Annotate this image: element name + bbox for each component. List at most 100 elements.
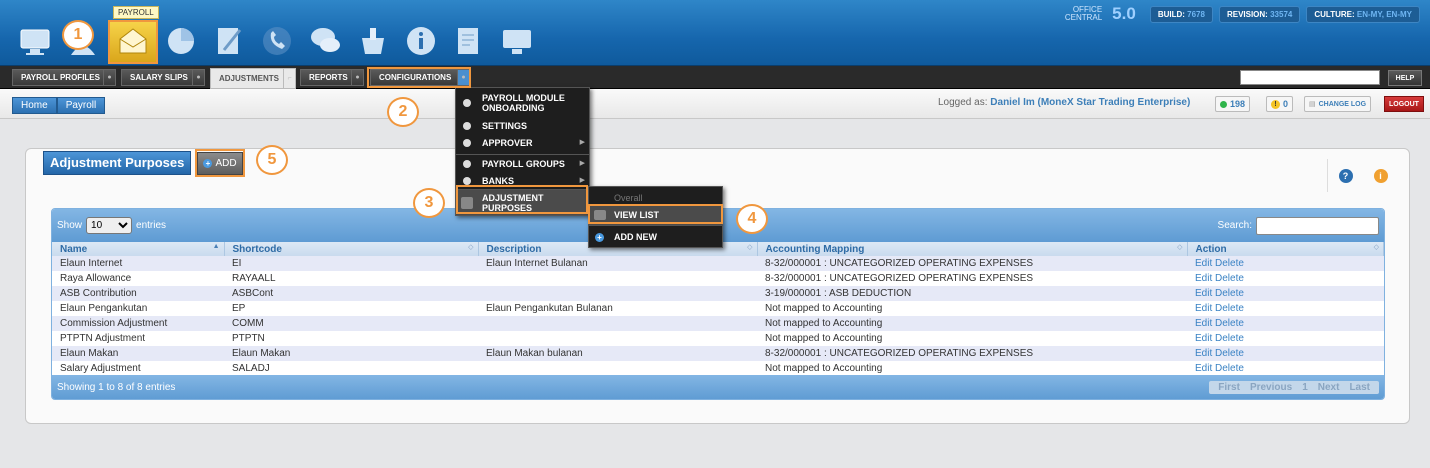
table-cell: Commission Adjustment [52,316,224,331]
chevron-down-icon[interactable]: ● [351,70,363,85]
table-cell: Elaun Makan [224,346,478,361]
chevron-right-icon: ▶ [579,176,585,184]
tab-salary-slips[interactable]: SALARY SLIPS ● [121,69,205,86]
breadcrumb-payroll[interactable]: Payroll [56,97,106,114]
notepad-icon[interactable] [452,24,486,58]
action-cell: Edit Delete [1187,286,1384,301]
table-cell: Not mapped to Accounting [757,361,1187,376]
delete-link[interactable]: Delete [1215,318,1244,329]
chevron-down-icon[interactable]: ● [103,70,115,85]
chat-icon[interactable] [308,24,342,58]
menu-item-approver[interactable]: APPROVER ▶ [456,134,589,151]
pager-next[interactable]: Next [1313,382,1345,393]
page-size-select[interactable]: 10 [86,217,133,234]
table-cell [478,361,757,376]
chevron-right-icon: ▶ [579,159,585,167]
pen-icon[interactable] [212,24,246,58]
edit-link[interactable]: Edit [1195,348,1212,359]
table-cell [478,331,757,346]
column-header-shortcode[interactable]: Shortcode ◇ [224,242,479,256]
table-cell: Elaun Pengankutan [52,301,224,316]
tab-adjustments[interactable]: ADJUSTMENTS ⌐ [210,68,296,89]
edit-link[interactable]: Edit [1195,363,1212,374]
grid-info: Showing 1 to 8 of 8 entries [57,382,176,393]
table-row: Elaun Makan Elaun Makan Elaun Makan bulana… [52,346,1384,361]
pager-previous[interactable]: Previous [1245,382,1297,393]
highlight-box [367,67,471,88]
page-title: Adjustment Purposes [43,151,192,175]
pagination: First Previous 1 Next Last [1209,381,1379,394]
highlight-box [195,149,245,177]
column-header-name[interactable]: Name ▲ [52,242,225,256]
system-info: OFFICE CENTRAL 5.0 BUILD: 7678 REVISION: … [1065,4,1420,24]
info-icon[interactable] [404,24,438,58]
bullet-icon [463,159,471,168]
edit-link[interactable]: Edit [1195,318,1212,329]
sort-icon: ◇ [1177,244,1183,251]
info-circle-icon[interactable]: i [1373,168,1388,183]
callout-4: 4 [736,204,768,234]
delete-link[interactable]: Delete [1215,303,1244,314]
table-cell: ASB Contribution [52,286,224,301]
table-cell: EI [224,256,478,271]
edit-link[interactable]: Edit [1195,258,1212,269]
edit-link[interactable]: Edit [1195,273,1212,284]
delete-link[interactable]: Delete [1215,333,1244,344]
delete-link[interactable]: Delete [1215,273,1244,284]
column-header-action[interactable]: Action ◇ [1187,242,1384,256]
table-row: Elaun Pengankutan EP Elaun Pengankutan Bul… [52,301,1384,316]
highlight-box [588,204,723,224]
tab-reports[interactable]: REPORTS ● [300,69,364,86]
monitor-icon[interactable] [18,24,52,58]
submenu-add-new[interactable]: + ADD NEW [589,227,722,247]
table-cell: Not mapped to Accounting [757,316,1187,331]
table-cell: PTPTN [224,331,478,346]
table-row: PTPTN Adjustment PTPTN Not mapped to Accou… [52,331,1384,346]
menu-item-payroll-groups[interactable]: PAYROLL GROUPS ▶ [456,155,589,172]
version: 5.0 [1112,4,1136,23]
breadcrumb-home[interactable]: Home [12,97,57,114]
change-log-button[interactable]: ▤ CHANGE LOG [1304,96,1372,112]
top-bar: PAYROLL OFFICE CENTRAL 5.0 BUILD: 7678 RE… [0,0,1430,66]
logout-button[interactable]: LOGOUT [1384,96,1424,112]
sort-icon: ◇ [1373,244,1379,251]
menu-item-settings[interactable]: SETTINGS [456,117,589,134]
pager-first[interactable]: First [1213,382,1245,393]
basket-icon[interactable] [356,24,390,58]
pie-chart-icon[interactable] [164,24,198,58]
delete-link[interactable]: Delete [1215,258,1244,269]
table-cell: SALADJ [224,361,478,376]
monitor2-icon[interactable] [500,24,534,58]
edit-link[interactable]: Edit [1195,288,1212,299]
delete-link[interactable]: Delete [1215,288,1244,299]
user-name[interactable]: Daniel Im (MoneX Star Trading Enterprise… [990,97,1190,108]
action-cell: Edit Delete [1187,256,1384,271]
table-cell: RAYAALL [224,271,478,286]
grid-search-input[interactable] [1256,216,1379,235]
global-search-input[interactable] [1240,70,1380,85]
question-icon[interactable]: ? [1338,168,1353,183]
callout-5: 5 [256,145,288,175]
online-users-badge[interactable]: 198 [1215,96,1251,112]
help-button[interactable]: HELP [1388,70,1422,86]
action-cell: Edit Delete [1187,361,1384,376]
pager-last[interactable]: Last [1344,382,1375,393]
tab-payroll-profiles[interactable]: PAYROLL PROFILES ● [12,69,116,86]
table-cell: Elaun Pengankutan Bulanan [478,301,757,316]
delete-link[interactable]: Delete [1215,348,1244,359]
logged-as: Logged as: Daniel Im (MoneX Star Trading… [938,97,1191,108]
pager-page-1[interactable]: 1 [1297,382,1313,393]
chevron-down-icon[interactable]: ⌐ [283,69,295,88]
alerts-badge[interactable]: ! 0 [1266,96,1294,112]
menu-divider [589,225,722,226]
delete-link[interactable]: Delete [1215,363,1244,374]
chevron-right-icon: ▶ [579,138,585,146]
chevron-down-icon[interactable]: ● [192,70,204,85]
document-icon: ▤ [1309,101,1316,108]
edit-link[interactable]: Edit [1195,333,1212,344]
phone-icon[interactable] [260,24,294,58]
edit-link[interactable]: Edit [1195,303,1212,314]
plus-icon: + [595,232,604,242]
menu-item-payroll-module-onboarding[interactable]: PAYROLL MODULE ONBOARDING [456,90,589,116]
column-header-accounting-mapping[interactable]: Accounting Mapping ◇ [757,242,1188,256]
